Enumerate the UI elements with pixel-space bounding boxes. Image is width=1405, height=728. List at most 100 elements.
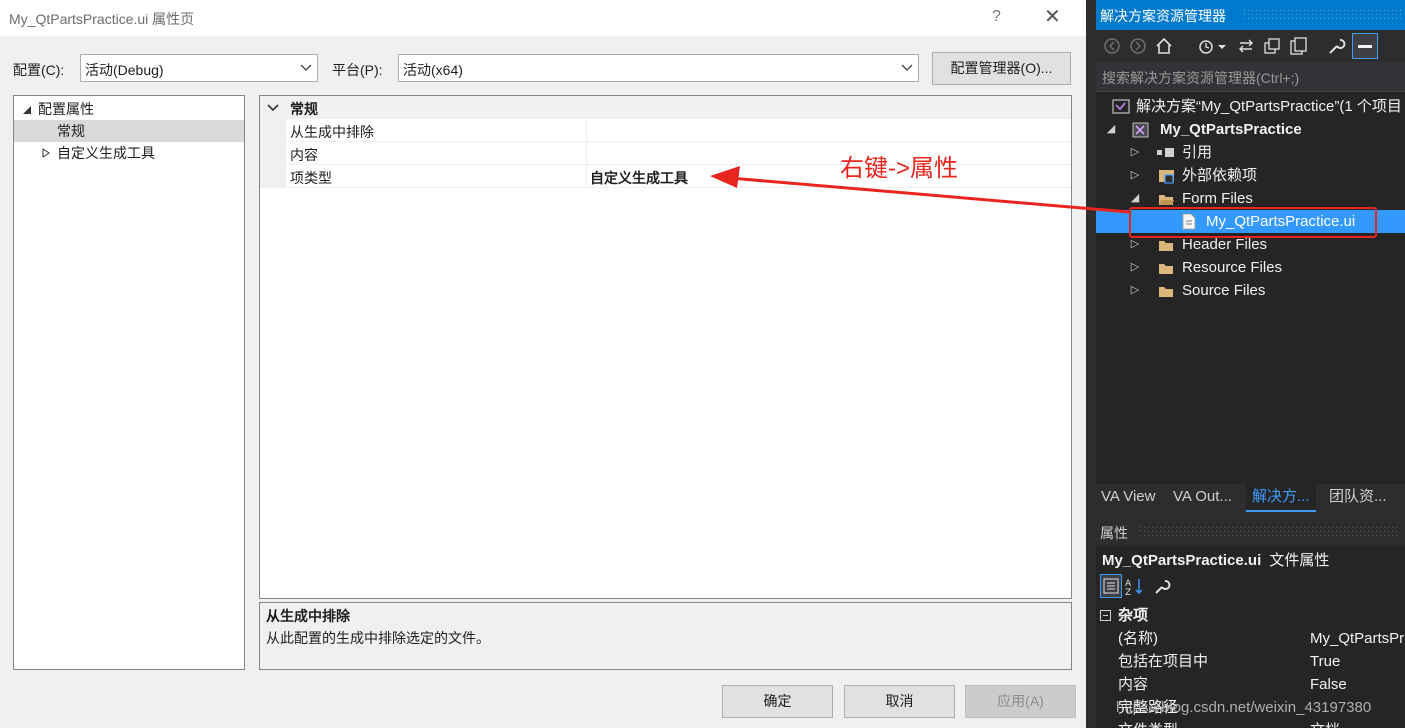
tree-item-custom-build[interactable]: 自定义生成工具 <box>14 142 244 164</box>
property-key: 文件类型 <box>1118 719 1178 728</box>
tab-va-outline[interactable]: VA Out... <box>1173 484 1232 512</box>
platform-label: 平台(P): <box>332 62 383 78</box>
collapse-icon <box>1100 610 1111 621</box>
cancel-button[interactable]: 取消 <box>844 685 955 718</box>
properties-category[interactable]: 杂项 <box>1096 604 1405 627</box>
references-icon <box>1157 148 1174 157</box>
property-pages-dialog: My_QtPartsPractice.ui 属性页 ? ✕ 配置(C): 活动(… <box>0 0 1086 728</box>
references-node[interactable]: ▷ 引用 <box>1096 141 1405 164</box>
node-label: 外部依赖项 <box>1182 167 1258 184</box>
properties-wrench-icon[interactable] <box>1326 36 1346 56</box>
tree-item-general[interactable]: 常规 <box>14 120 244 142</box>
properties-category-label: 杂项 <box>1118 607 1149 624</box>
properties-title: 属性 <box>1100 525 1128 541</box>
ok-button[interactable]: 确定 <box>722 685 833 718</box>
explorer-tree: 解决方案“My_QtPartsPractice”(1 个项目 ◢ My_QtPa… <box>1096 92 1405 484</box>
description-title: 从生成中排除 <box>266 608 350 624</box>
tab-va-view[interactable]: VA View <box>1101 484 1155 512</box>
sync-icon[interactable] <box>1236 36 1256 56</box>
external-deps-node[interactable]: ▷ 外部依赖项 <box>1096 164 1405 187</box>
show-all-files-icon[interactable] <box>1288 36 1308 56</box>
property-key: (名称) <box>1118 630 1158 647</box>
resource-files-node[interactable]: ▷ Resource Files <box>1096 256 1405 279</box>
dropdown-icon[interactable] <box>1216 36 1228 56</box>
preview-toggle[interactable] <box>1352 33 1378 59</box>
home-icon[interactable] <box>1154 36 1174 56</box>
properties-object-name: My_QtPartsPractice.ui <box>1102 552 1262 569</box>
property-row[interactable]: (名称) My_QtPartsPr <box>1096 627 1405 650</box>
tree-item-label: 常规 <box>57 123 85 139</box>
properties-object-type: 文件属性 <box>1269 552 1330 569</box>
close-icon[interactable]: ✕ <box>1044 4 1061 29</box>
project-node[interactable]: ◢ My_QtPartsPractice <box>1096 118 1405 141</box>
history-icon[interactable] <box>1196 36 1216 56</box>
grip-pattern <box>1140 527 1400 537</box>
explorer-search-placeholder: 搜索解决方案资源管理器(Ctrl+;) <box>1102 70 1300 86</box>
tree-root[interactable]: 配置属性 <box>14 98 244 120</box>
property-row[interactable]: 包括在项目中 True <box>1096 650 1405 673</box>
grid-row-name: 从生成中排除 <box>290 124 374 140</box>
property-key: 包括在项目中 <box>1118 653 1209 670</box>
apply-button[interactable]: 应用(A) <box>965 685 1076 718</box>
expanded-arrow-icon <box>23 106 31 114</box>
grip-pattern <box>1244 10 1404 22</box>
grid-row-name: 内容 <box>290 147 318 163</box>
collapse-all-icon[interactable] <box>1262 36 1282 56</box>
platform-dropdown[interactable]: 活动(x64) <box>398 54 919 82</box>
svg-text:Z: Z <box>1125 588 1131 596</box>
expanded-arrow-icon: ◢ <box>1106 123 1116 135</box>
project-label: My_QtPartsPractice <box>1160 121 1302 138</box>
property-row[interactable]: 内容 False <box>1096 673 1405 696</box>
external-deps-icon <box>1159 170 1174 184</box>
categorized-icon <box>1103 578 1119 594</box>
description-text: 从此配置的生成中排除选定的文件。 <box>266 630 490 646</box>
config-tree: 配置属性 常规 自定义生成工具 <box>13 95 245 670</box>
alphabetical-icon[interactable]: AZ <box>1124 576 1144 596</box>
explorer-tabs: VA View VA Out... 解决方... 团队资... <box>1096 484 1405 512</box>
chevron-down-icon <box>901 64 913 71</box>
properties-toolbar: AZ <box>1100 574 1171 600</box>
property-pages-wrench-icon[interactable] <box>1152 576 1172 596</box>
property-row[interactable]: 文件类型 文档 <box>1096 719 1405 728</box>
explorer-titlebar: 解决方案资源管理器 <box>1096 0 1405 30</box>
grid-row[interactable]: 从生成中排除 <box>260 119 1071 142</box>
collapsed-arrow-icon: ▷ <box>1130 146 1140 158</box>
categorized-button[interactable] <box>1100 574 1122 598</box>
property-value: My_QtPartsPr <box>1310 630 1405 647</box>
tab-team-explorer[interactable]: 团队资... <box>1329 484 1387 512</box>
properties-panel: 属性 My_QtPartsPractice.ui 文件属性 AZ 杂项 (名称)… <box>1096 516 1405 728</box>
config-dropdown[interactable]: 活动(Debug) <box>80 54 318 82</box>
explorer-search[interactable]: 搜索解决方案资源管理器(Ctrl+;) <box>1096 62 1405 92</box>
back-icon[interactable] <box>1102 36 1122 56</box>
property-value: False <box>1310 676 1347 693</box>
description-panel: 从生成中排除 从此配置的生成中排除选定的文件。 <box>259 602 1072 670</box>
grid-category[interactable]: 常规 <box>260 96 1071 119</box>
explorer-gap <box>1086 0 1096 728</box>
preview-icon <box>1358 45 1372 48</box>
folder-icon <box>1159 287 1173 297</box>
node-label: Resource Files <box>1182 259 1283 276</box>
config-manager-button[interactable]: 配置管理器(O)... <box>932 52 1071 85</box>
forward-icon[interactable] <box>1128 36 1148 56</box>
help-button[interactable]: ? <box>992 8 1001 26</box>
solution-node[interactable]: 解决方案“My_QtPartsPractice”(1 个项目 <box>1096 95 1405 118</box>
collapsed-arrow-icon: ▷ <box>1130 284 1140 296</box>
source-files-node[interactable]: ▷ Source Files <box>1096 279 1405 302</box>
tab-solution-explorer[interactable]: 解决方... <box>1246 484 1316 512</box>
properties-header: 属性 <box>1096 516 1405 546</box>
project-icon <box>1132 122 1149 138</box>
grid-row-value: 自定义生成工具 <box>590 170 688 186</box>
explorer-title: 解决方案资源管理器 <box>1100 8 1226 24</box>
config-label: 配置(C): <box>13 62 65 78</box>
solution-explorer: 解决方案资源管理器 搜索解决方案资源管理器(Ctrl+;) 解决方案“My_Qt… <box>1086 0 1405 728</box>
node-label: Source Files <box>1182 282 1266 299</box>
dialog-title: My_QtPartsPractice.ui 属性页 <box>9 11 195 27</box>
folder-open-icon <box>1159 195 1174 205</box>
grid-category-label: 常规 <box>290 101 318 117</box>
properties-object[interactable]: My_QtPartsPractice.ui 文件属性 <box>1102 549 1329 570</box>
collapsed-arrow-icon: ▷ <box>1130 261 1140 273</box>
tree-root-label: 配置属性 <box>38 101 94 117</box>
annotation-text: 右键->属性 <box>840 155 959 182</box>
annotation-highlight-box <box>1129 207 1377 238</box>
dialog-titlebar: My_QtPartsPractice.ui 属性页 ? ✕ <box>0 0 1086 36</box>
